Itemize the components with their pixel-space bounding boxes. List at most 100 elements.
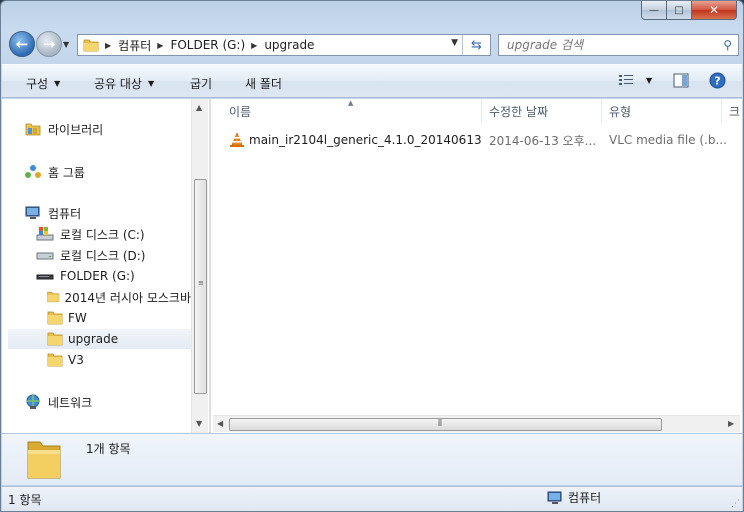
grip-icon: ⦀ bbox=[438, 419, 442, 429]
preview-pane-button[interactable] bbox=[673, 73, 689, 88]
nav-folder-moscow[interactable]: 2014년 러시아 모스크바 bbox=[46, 287, 191, 307]
column-divider[interactable] bbox=[721, 99, 722, 123]
search-input[interactable] bbox=[507, 38, 712, 52]
chevron-down-icon: ▼ bbox=[63, 39, 70, 49]
nav-folder-fw[interactable]: FW bbox=[46, 308, 87, 328]
computer-icon bbox=[547, 491, 562, 504]
nav-network[interactable]: 네트워크 bbox=[24, 392, 92, 412]
scroll-down-icon[interactable]: ▼ bbox=[196, 419, 202, 428]
organize-button[interactable]: 구성 ▼ bbox=[26, 75, 60, 92]
navigation-buttons: ← → ▼ bbox=[9, 31, 73, 57]
folder-icon bbox=[47, 332, 63, 346]
details-pane: 1개 항목 bbox=[2, 433, 742, 485]
back-button[interactable]: ← bbox=[9, 31, 35, 57]
breadcrumb-upgrade[interactable]: upgrade bbox=[264, 38, 314, 52]
nav-drive-g[interactable]: FOLDER (G:) bbox=[36, 266, 135, 286]
removable-drive-icon bbox=[36, 274, 54, 280]
scroll-left-icon[interactable]: ◀ bbox=[217, 419, 223, 428]
nav-computer-label: 컴퓨터 bbox=[48, 206, 82, 221]
nav-folder-label: V3 bbox=[68, 353, 84, 367]
arrow-right-icon: → bbox=[42, 35, 56, 53]
breadcrumb-arrow[interactable]: ▶ bbox=[245, 41, 264, 50]
help-button[interactable]: ? bbox=[709, 72, 726, 89]
organize-label: 구성 bbox=[26, 77, 49, 91]
homegroup-icon bbox=[25, 165, 41, 178]
nav-drive-d[interactable]: 로컬 디스크 (D:) bbox=[36, 245, 145, 265]
status-location-label: 컴퓨터 bbox=[568, 491, 602, 505]
address-history-dropdown[interactable]: ▼ bbox=[451, 38, 458, 48]
share-with-button[interactable]: 공유 대상 ▼ bbox=[94, 75, 154, 92]
folder-icon bbox=[47, 353, 63, 367]
maximize-button[interactable]: □ bbox=[667, 1, 692, 20]
nav-homegroup-label: 홈 그룹 bbox=[48, 165, 85, 180]
scrollbar-thumb[interactable]: ≡ bbox=[194, 179, 207, 394]
command-bar: 구성 ▼ 공유 대상 ▼ 굽기 새 폴더 ▼ ? bbox=[2, 64, 742, 98]
details-item-count: 1개 항목 bbox=[86, 442, 131, 456]
column-header-modified[interactable]: 수정한 날짜 bbox=[489, 103, 548, 121]
grip-icon: ≡ bbox=[198, 279, 204, 287]
chevron-down-icon: ▼ bbox=[147, 79, 155, 88]
new-folder-button[interactable]: 새 폴더 bbox=[245, 75, 282, 92]
search-box[interactable]: ⚲ bbox=[498, 34, 739, 56]
nav-folder-label: 2014년 러시아 모스크바 bbox=[64, 290, 192, 305]
breadcrumb-drive[interactable]: FOLDER (G:) bbox=[170, 38, 245, 52]
folder-icon bbox=[83, 39, 99, 52]
refresh-button[interactable]: ⇆ bbox=[462, 35, 490, 55]
folder-icon bbox=[47, 291, 60, 303]
minimize-button[interactable]: — bbox=[641, 1, 667, 20]
file-row[interactable]: main_ir2104l_generic_4.1.0_20140613 2014… bbox=[225, 129, 735, 151]
scroll-up-icon[interactable]: ▲ bbox=[196, 103, 202, 112]
nav-drive-g-label: FOLDER (G:) bbox=[60, 269, 135, 283]
column-header-type[interactable]: 유형 bbox=[609, 103, 631, 121]
address-bar[interactable]: ▶ 컴퓨터 ▶ FOLDER (G:) ▶ upgrade ▼ ⇆ bbox=[77, 34, 491, 56]
refresh-icon: ⇆ bbox=[471, 37, 482, 53]
explorer-window: — □ ✕ ← → ▼ ▶ 컴퓨터 ▶ FOLDER (G:) ▶ upgrad… bbox=[0, 0, 744, 512]
preview-pane-icon bbox=[673, 73, 689, 88]
burn-button[interactable]: 굽기 bbox=[190, 75, 212, 92]
forward-button[interactable]: → bbox=[36, 31, 62, 57]
caption-buttons: — □ ✕ bbox=[641, 1, 737, 20]
burn-label: 굽기 bbox=[190, 77, 213, 91]
file-list-horizontal-scrollbar[interactable]: ◀ ⦀ ▶ bbox=[213, 415, 740, 432]
resize-grip-icon[interactable]: ⋰ bbox=[731, 499, 740, 509]
nav-folder-label: FW bbox=[68, 311, 87, 325]
scroll-right-icon[interactable]: ▶ bbox=[728, 419, 734, 428]
sort-ascending-icon: ▲ bbox=[348, 99, 354, 107]
file-modified: 2014-06-13 오후... bbox=[489, 133, 597, 148]
breadcrumb-root-arrow[interactable]: ▶ bbox=[99, 41, 118, 50]
arrow-left-icon: ← bbox=[15, 35, 29, 53]
scrollbar-thumb[interactable]: ⦀ bbox=[229, 418, 662, 431]
navigation-pane: 라이브러리 홈 그룹 컴퓨터 로컬 디스크 (C:) 로컬 디스크 (D:) F… bbox=[2, 99, 209, 433]
column-divider[interactable] bbox=[481, 99, 482, 123]
nav-folder-v3[interactable]: V3 bbox=[46, 350, 84, 370]
close-button[interactable]: ✕ bbox=[692, 1, 737, 20]
status-location: 컴퓨터 bbox=[546, 489, 601, 506]
breadcrumb-computer[interactable]: 컴퓨터 bbox=[118, 37, 151, 54]
nav-drive-c[interactable]: 로컬 디스크 (C:) bbox=[36, 224, 145, 244]
status-item-count: 1 항목 bbox=[8, 493, 42, 507]
file-name: main_ir2104l_generic_4.1.0_20140613 bbox=[249, 133, 482, 147]
new-folder-label: 새 폴더 bbox=[245, 77, 282, 91]
search-icon[interactable]: ⚲ bbox=[723, 38, 732, 52]
change-view-button[interactable]: ▼ bbox=[618, 73, 652, 87]
svg-text:?: ? bbox=[714, 75, 720, 88]
nav-computer[interactable]: 컴퓨터 bbox=[24, 203, 81, 223]
folder-large-icon bbox=[27, 441, 61, 479]
nav-folder-upgrade[interactable]: upgrade bbox=[8, 329, 191, 349]
breadcrumb-arrow[interactable]: ▶ bbox=[151, 41, 170, 50]
column-header-size[interactable]: 크 bbox=[729, 103, 740, 121]
nav-homegroup[interactable]: 홈 그룹 bbox=[24, 162, 85, 182]
nav-libraries-label: 라이브러리 bbox=[48, 122, 104, 137]
recent-pages-dropdown[interactable]: ▼ bbox=[63, 40, 73, 49]
folder-icon bbox=[47, 311, 63, 325]
vlc-cone-icon bbox=[230, 132, 244, 147]
chevron-down-icon: ▼ bbox=[54, 79, 61, 88]
nav-network-label: 네트워크 bbox=[48, 395, 93, 410]
nav-libraries[interactable]: 라이브러리 bbox=[24, 119, 103, 139]
nav-folder-label: upgrade bbox=[68, 332, 119, 346]
column-divider[interactable] bbox=[601, 99, 602, 123]
network-icon bbox=[26, 394, 40, 409]
navigation-pane-scrollbar[interactable]: ▲ ≡ ▼ bbox=[191, 99, 208, 433]
nav-drive-c-label: 로컬 디스크 (C:) bbox=[60, 227, 145, 242]
column-header-name[interactable]: 이름 bbox=[229, 103, 251, 121]
